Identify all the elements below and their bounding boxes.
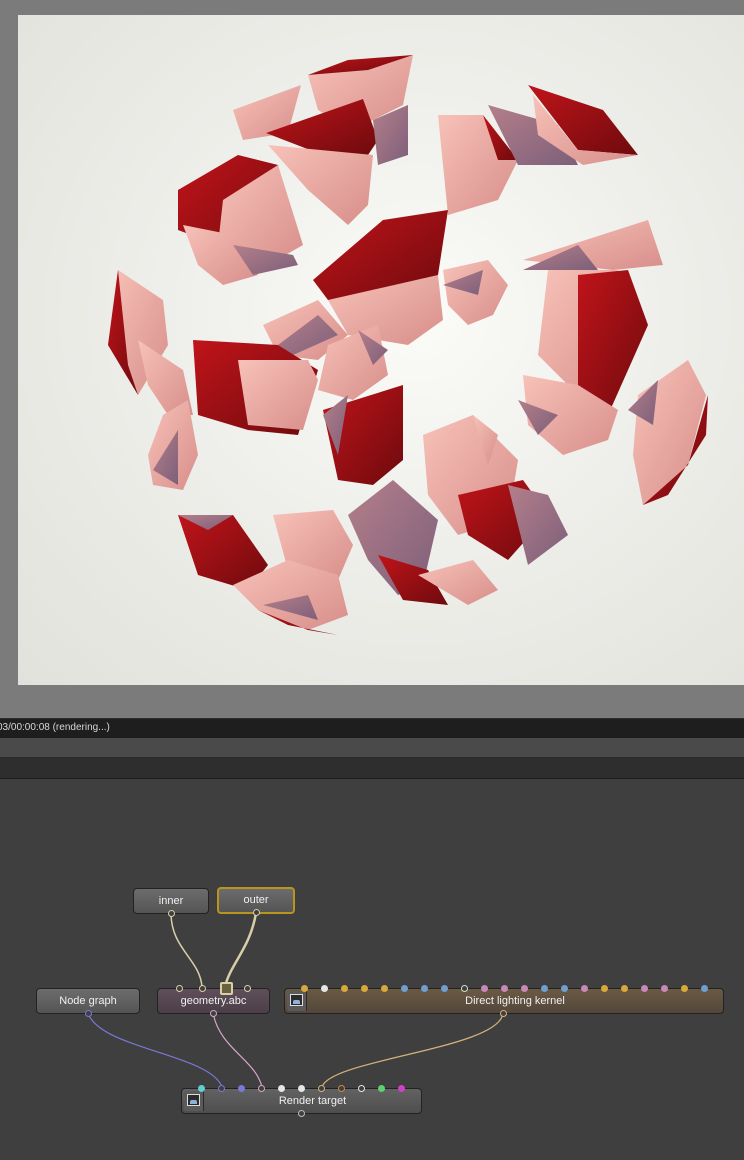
node-kernel-output-pin[interactable] [500, 1010, 507, 1017]
render-input-pin[interactable] [358, 1085, 365, 1092]
node-node-graph[interactable]: Node graph [36, 988, 140, 1017]
kernel-input-pin[interactable] [341, 985, 348, 992]
kernel-input-pin[interactable] [541, 985, 548, 992]
panel-header[interactable] [0, 738, 744, 758]
node-geometry[interactable]: geometry.abc [157, 982, 270, 1017]
geometry-input-pin[interactable] [244, 985, 251, 992]
render-status-text: 03/00:00:08 (rendering...) [0, 722, 110, 733]
kernel-input-pin[interactable] [661, 985, 668, 992]
node-inner-output-pin[interactable] [168, 910, 175, 917]
node-kernel-label: Direct lighting kernel [465, 995, 565, 1007]
node-render-target[interactable]: Render target [181, 1085, 422, 1117]
wire-node-graph-to-render [87, 1012, 223, 1088]
node-geometry-output-pin[interactable] [210, 1010, 217, 1017]
render-input-pin[interactable] [318, 1085, 325, 1092]
kernel-input-pin[interactable] [481, 985, 488, 992]
render-input-pin[interactable] [378, 1085, 385, 1092]
kernel-input-pin[interactable] [701, 985, 708, 992]
render-input-pin[interactable] [238, 1085, 245, 1092]
kernel-input-pin[interactable] [301, 985, 308, 992]
render-input-pin[interactable] [398, 1085, 405, 1092]
rendered-image[interactable] [18, 15, 744, 685]
render-target-icon [184, 1091, 204, 1111]
wire-kernel-to-render [321, 1012, 504, 1088]
render-input-pin[interactable] [278, 1085, 285, 1092]
kernel-node-icon [287, 991, 307, 1011]
kernel-input-pin[interactable] [401, 985, 408, 992]
wire-geometry-to-render [212, 1012, 263, 1088]
render-input-pin[interactable] [298, 1085, 305, 1092]
node-render-target-output-pin[interactable] [298, 1110, 305, 1117]
render-input-pin[interactable] [218, 1085, 225, 1092]
kernel-input-pin[interactable] [521, 985, 528, 992]
kernel-input-pin[interactable] [381, 985, 388, 992]
node-graph-toolbar[interactable] [0, 758, 744, 779]
kernel-input-pin[interactable] [361, 985, 368, 992]
node-outer-output-pin[interactable] [253, 909, 260, 916]
kernel-input-pin[interactable] [681, 985, 688, 992]
node-outer[interactable]: outer [217, 887, 295, 916]
kernel-input-pin[interactable] [621, 985, 628, 992]
node-outer-label: outer [243, 894, 269, 906]
kernel-input-pin[interactable] [421, 985, 428, 992]
kernel-input-pin[interactable] [321, 985, 328, 992]
kernel-input-pin[interactable] [561, 985, 568, 992]
node-graph-editor[interactable]: inner outer Node graph geometry.abc Dire… [0, 779, 744, 1160]
wire-outer-to-geometry [223, 912, 258, 988]
kernel-input-pin[interactable] [441, 985, 448, 992]
render-viewport[interactable] [0, 0, 744, 718]
kernel-input-pin[interactable] [601, 985, 608, 992]
node-direct-lighting-kernel[interactable]: Direct lighting kernel [284, 985, 724, 1017]
geometry-input-pin-active[interactable] [220, 982, 233, 995]
kernel-input-pin[interactable] [641, 985, 648, 992]
status-bar: 03/00:00:08 (rendering...) [0, 718, 744, 738]
exploded-sphere-render [108, 55, 708, 635]
render-input-pin[interactable] [258, 1085, 265, 1092]
kernel-input-pin[interactable] [461, 985, 468, 992]
geometry-input-pin[interactable] [176, 985, 183, 992]
kernel-input-pin[interactable] [581, 985, 588, 992]
node-node-graph-output-pin[interactable] [85, 1010, 92, 1017]
geometry-input-pin[interactable] [199, 985, 206, 992]
render-input-pin[interactable] [338, 1085, 345, 1092]
render-input-pin[interactable] [198, 1085, 205, 1092]
node-inner[interactable]: inner [133, 888, 209, 917]
wire-inner-to-geometry [170, 912, 203, 988]
kernel-input-pin[interactable] [501, 985, 508, 992]
node-render-target-label: Render target [278, 1095, 347, 1107]
